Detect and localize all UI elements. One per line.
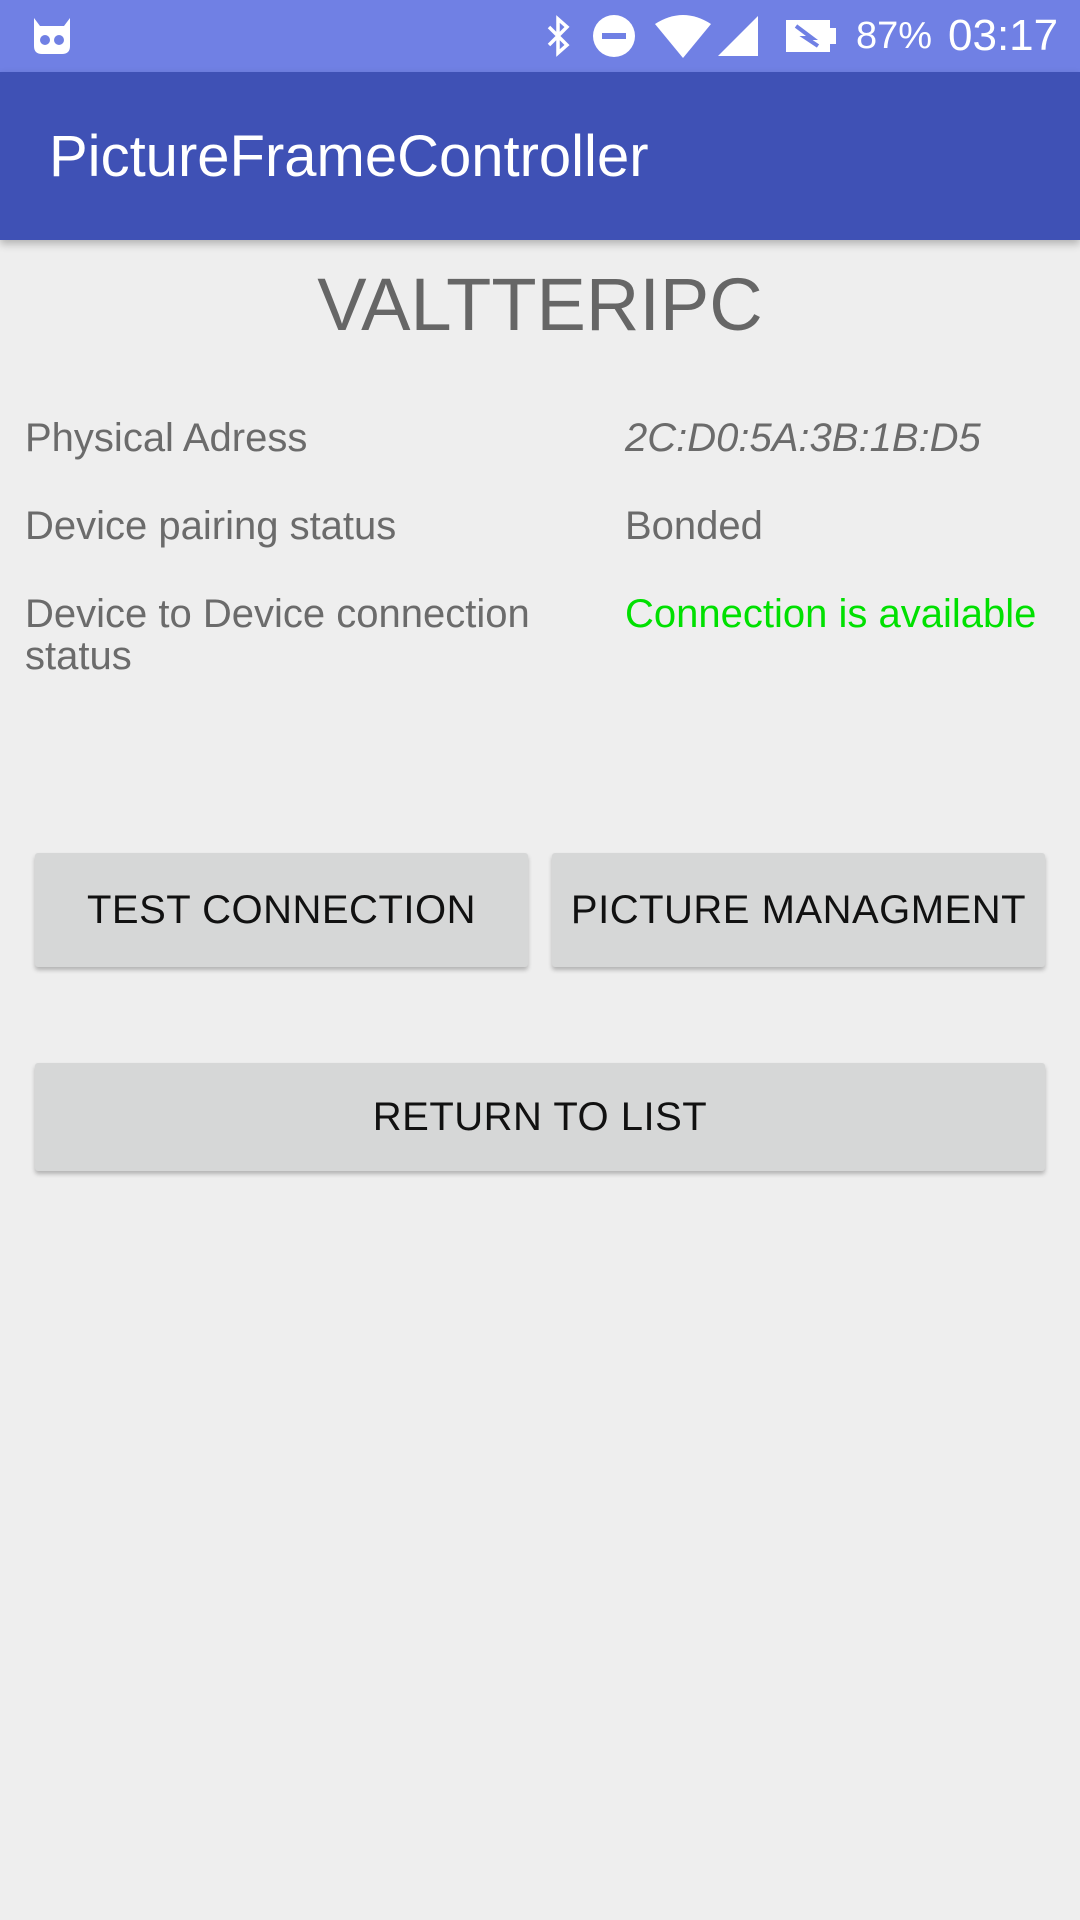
app-bar: PictureFrameController [0,72,1080,240]
battery-percent: 87% [856,14,933,57]
return-to-list-button[interactable]: RETURN TO LIST [35,1063,1045,1171]
picture-management-button[interactable]: PICTURE MANAGMENT [552,853,1045,967]
cell-signal-icon [716,0,760,72]
physical-address-value: 2C:D0:5A:3B:1B:D5 [625,416,981,460]
device-name: VALTTERIPC [317,263,763,346]
pairing-status-label: Device pairing status [25,504,397,548]
wifi-icon [654,0,712,72]
test-connection-button[interactable]: TEST CONNECTION [35,853,528,967]
battery-saver-icon [784,0,838,72]
status-bar: 87% 03:17 [0,0,1080,72]
app-notification-icon [30,0,74,72]
clock: 03:17 [948,11,1059,60]
bluetooth-icon [545,0,573,72]
connection-status-value: Connection is available [625,592,1037,636]
do-not-disturb-icon [592,0,636,72]
connection-status-label: Device to Device connection status [25,592,530,678]
device-details: VALTTERIPC Physical Adress 2C:D0:5A:3B:1… [0,240,1080,1920]
app-title: PictureFrameController [49,123,649,189]
physical-address-label: Physical Adress [25,416,308,460]
pairing-status-value: Bonded [625,504,763,548]
